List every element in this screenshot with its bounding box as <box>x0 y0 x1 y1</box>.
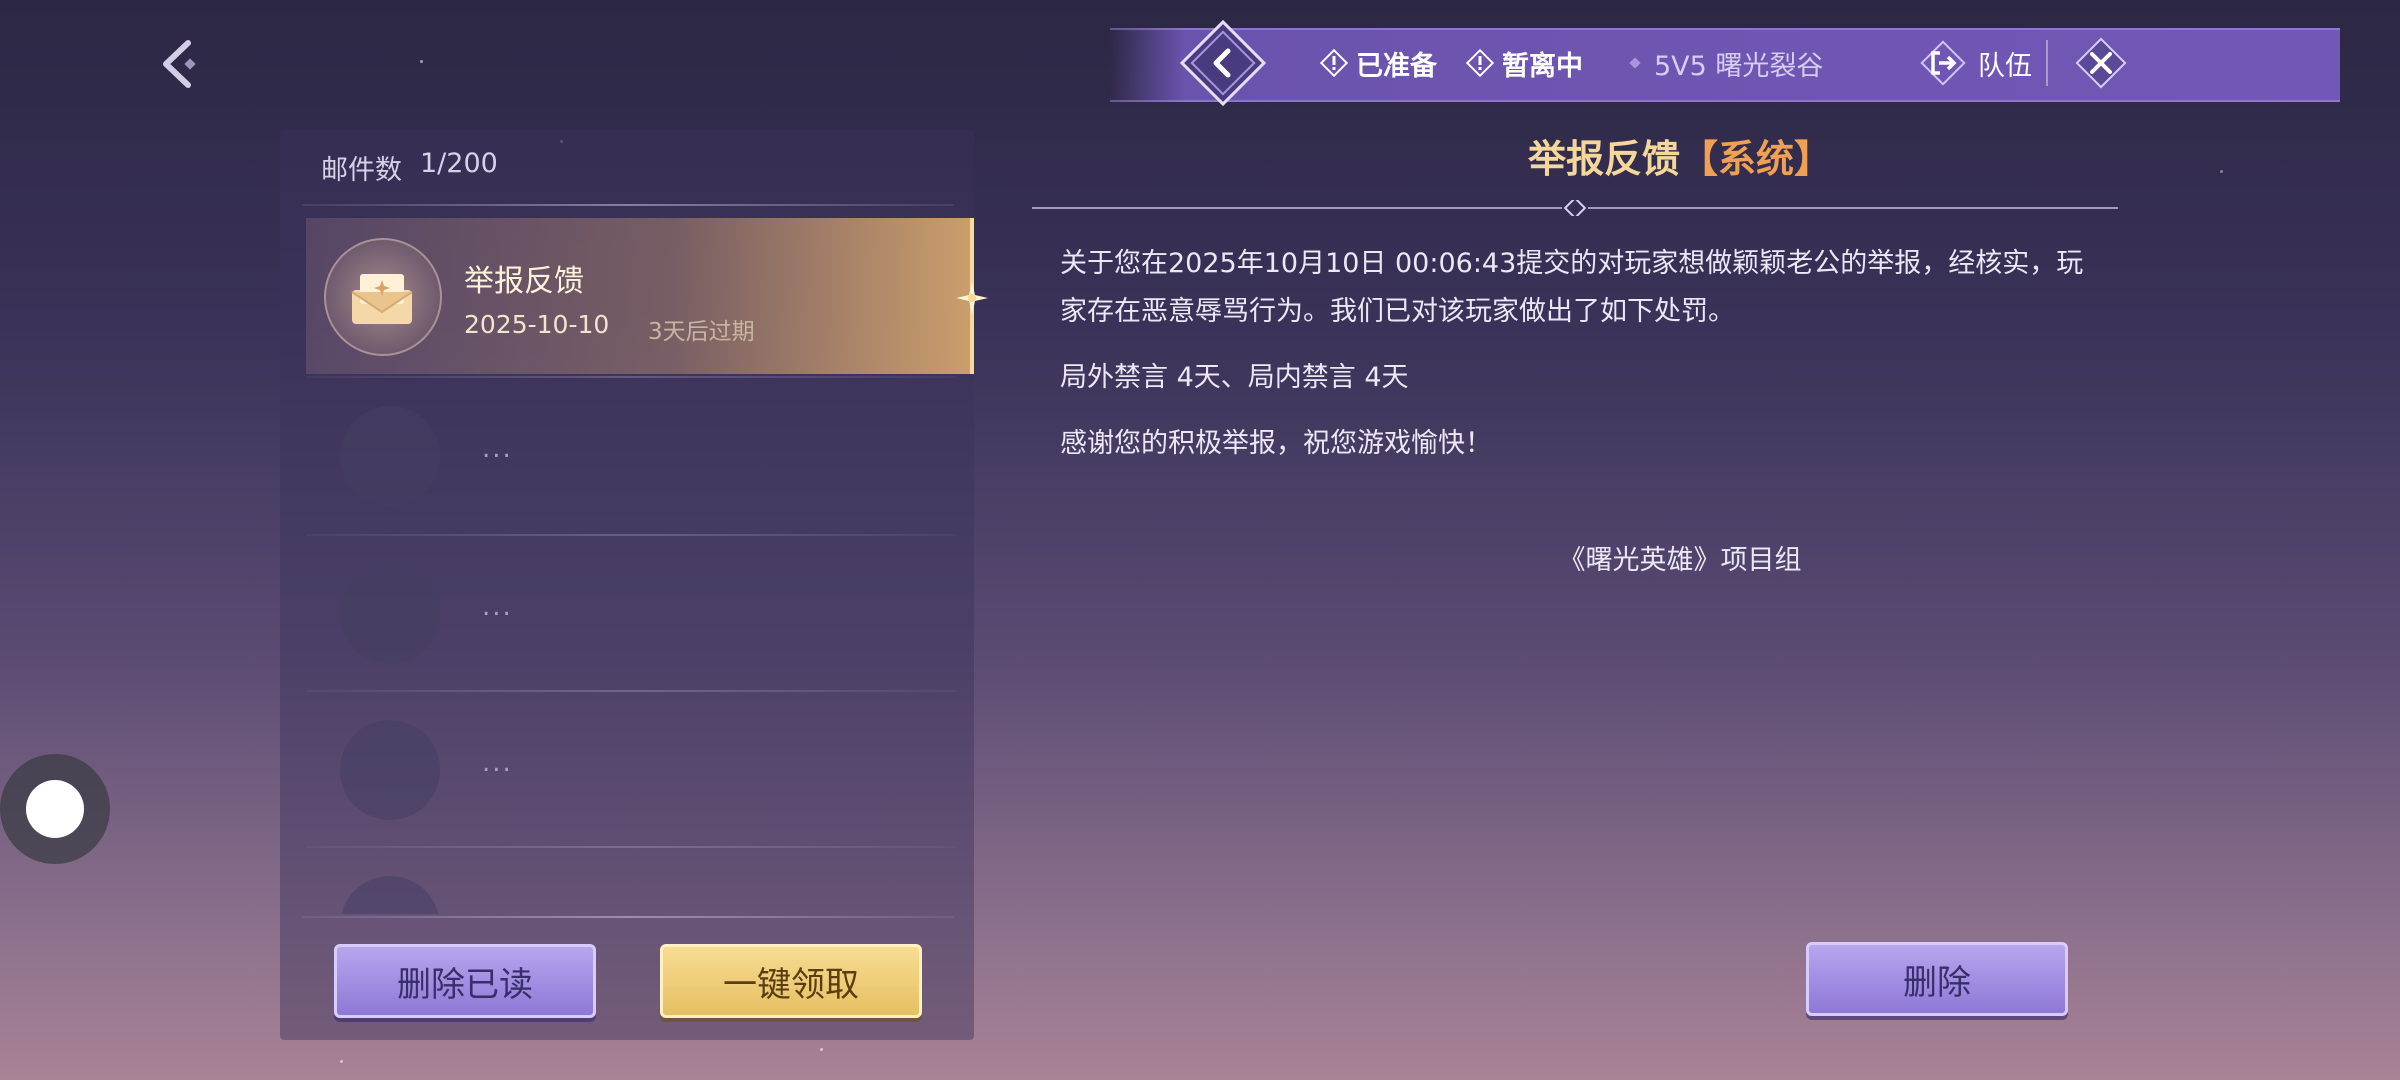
mail-count-value: 1/200 <box>420 148 498 179</box>
delete-button[interactable]: 删除 <box>1806 942 2068 1016</box>
chevron-left-icon <box>163 40 196 88</box>
sparkle-icon <box>956 282 988 314</box>
status-away: 暂离中 <box>1466 28 1583 98</box>
mail-item-expire: 3天后过期 <box>648 319 755 345</box>
placeholder-text: ... <box>482 748 513 778</box>
mail-signature: 《曙光英雄》项目组 <box>1558 545 1802 576</box>
back-button[interactable] <box>150 34 210 94</box>
close-icon <box>2075 37 2127 89</box>
detail-paragraph: 感谢您的积极举报，祝您游戏愉快！ <box>1060 428 1492 459</box>
status-away-label: 暂离中 <box>1502 50 1583 82</box>
star-decoration <box>420 60 423 63</box>
list-item[interactable]: ... <box>306 692 974 848</box>
bar-separator <box>2046 40 2048 86</box>
detail-paragraph: 关于您在2025年10月10日 00:06:43提交的对玩家想做颖颖老公的举报，… <box>1060 248 2084 327</box>
mail-detail-title: 举报反馈【系统】 <box>1300 128 2060 183</box>
game-mode: 5V5 曙光裂谷 <box>1628 28 1823 98</box>
team-button[interactable]: 队伍 <box>1918 28 2032 98</box>
alert-diamond-icon <box>1320 49 1348 77</box>
placeholder-text: ... <box>482 592 513 622</box>
diamond-chevron-icon <box>1179 19 1267 107</box>
star-decoration <box>340 1060 343 1063</box>
placeholder-avatar <box>340 406 440 506</box>
mail-count-label: 邮件数 <box>321 155 402 186</box>
row-divider <box>306 846 956 848</box>
alert-diamond-icon <box>1466 49 1494 77</box>
small-diamond-icon <box>1629 57 1641 69</box>
detail-paragraph: 局外禁言 4天、局内禁言 4天 <box>1060 362 1409 393</box>
delete-read-button[interactable]: 删除已读 <box>334 944 596 1018</box>
detail-title-tag: 【系统】 <box>1680 137 1833 181</box>
detail-title-text: 举报反馈 <box>1527 137 1680 181</box>
envelope-icon <box>351 274 413 324</box>
close-button[interactable] <box>2072 34 2130 92</box>
list-item[interactable]: ... <box>306 378 974 534</box>
top-back-diamond-button[interactable] <box>1179 19 1267 107</box>
exit-door-icon <box>1920 40 1966 86</box>
placeholder-avatar <box>340 720 440 820</box>
star-decoration <box>820 1048 823 1051</box>
status-ready: 已准备 <box>1320 28 1437 98</box>
status-ready-label: 已准备 <box>1356 50 1437 82</box>
mail-detail-body: 关于您在2025年10月10日 00:06:43提交的对玩家想做颖颖老公的举报，… <box>1060 240 2100 486</box>
mail-count: 邮件数 1/200 <box>321 148 498 187</box>
floating-ball-dot <box>26 780 84 838</box>
list-item[interactable]: ... <box>306 536 974 692</box>
star-decoration <box>2220 170 2223 173</box>
game-mode-label: 5V5 曙光裂谷 <box>1654 50 1824 82</box>
list-bottom-divider <box>302 916 954 918</box>
claim-all-button[interactable]: 一键领取 <box>660 944 922 1018</box>
mail-item-date: 2025-10-10 <box>464 310 610 339</box>
placeholder-avatar <box>340 564 440 664</box>
team-label: 队伍 <box>1978 50 2032 82</box>
floating-assistive-button[interactable] <box>0 754 110 864</box>
list-item-partial <box>340 876 440 914</box>
mail-item-title: 举报反馈 <box>464 264 584 299</box>
placeholder-text: ... <box>482 434 513 464</box>
title-divider <box>1032 200 2118 216</box>
list-top-divider <box>302 204 954 206</box>
